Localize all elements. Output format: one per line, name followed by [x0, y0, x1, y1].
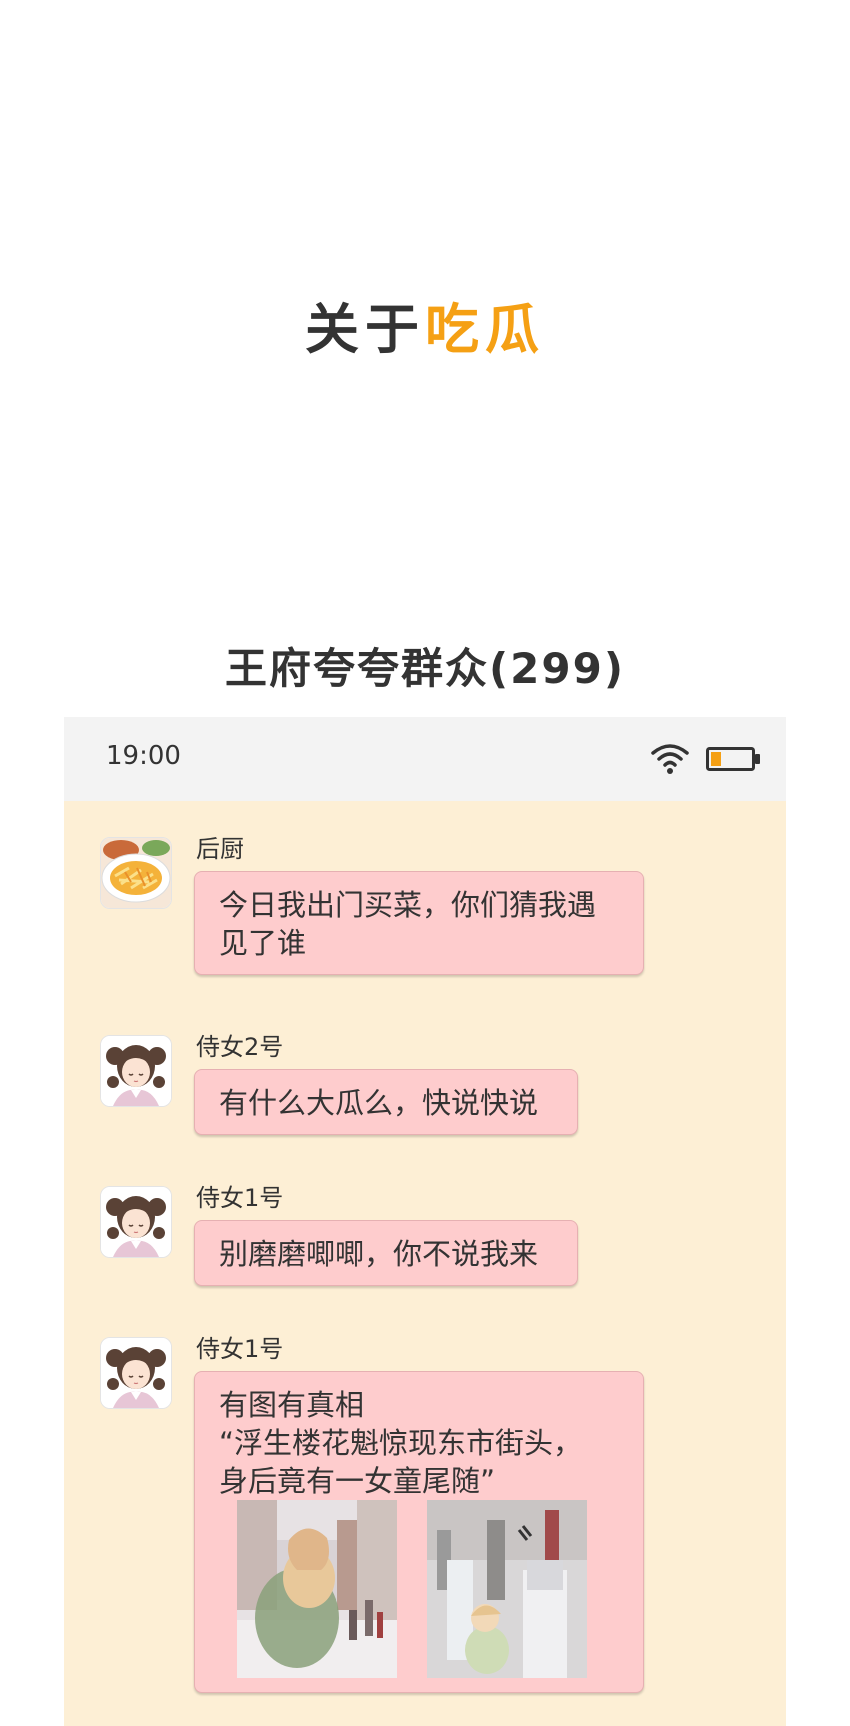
message-bubble[interactable]: 有什么大瓜么，快说快说 [194, 1069, 578, 1135]
street-scene-photo[interactable] [237, 1500, 397, 1678]
message-text: 别磨磨唧唧，你不说我来 [219, 1237, 539, 1271]
phone-screen: 19:00 后厨 今日我出门买菜，你们猜我遇 见了谁 侍女2号 有什么大瓜么，快… [64, 717, 786, 1726]
sender-name: 后厨 [196, 835, 244, 863]
battery-low-icon [706, 747, 760, 771]
message-text: 今日我出门买菜，你们猜我遇 [219, 888, 597, 922]
message-text: “浮生楼花魁惊现东市街头， [219, 1426, 583, 1460]
group-chat-title: 王府夸夸群众(299) [224, 644, 626, 693]
sender-name: 侍女1号 [196, 1335, 284, 1363]
maid-avatar[interactable] [100, 1186, 172, 1258]
sender-name: 侍女1号 [196, 1184, 284, 1212]
maid-avatar[interactable] [100, 1035, 172, 1107]
street-scene-photo[interactable] [427, 1500, 587, 1678]
page-title-highlight: 吃瓜 [425, 298, 545, 361]
food-plate-avatar[interactable] [100, 837, 172, 909]
wifi-icon [651, 744, 689, 774]
image-attachments [237, 1500, 597, 1680]
message-bubble[interactable]: 别磨磨唧唧，你不说我来 [194, 1220, 578, 1286]
message-text: 见了谁 [219, 926, 307, 960]
maid-avatar[interactable] [100, 1337, 172, 1409]
sender-name: 侍女2号 [196, 1033, 284, 1061]
message-text: 有什么大瓜么，快说快说 [219, 1086, 539, 1120]
status-time: 19:00 [106, 741, 181, 771]
message-text: 身后竟有一女童尾随” [219, 1464, 496, 1498]
page-title-prefix: 关于 [305, 298, 425, 361]
message-bubble[interactable]: 今日我出门买菜，你们猜我遇 见了谁 [194, 871, 644, 975]
message-bubble[interactable]: 有图有真相 “浮生楼花魁惊现东市街头， 身后竟有一女童尾随” [194, 1371, 644, 1693]
message-text: 有图有真相 [219, 1388, 365, 1422]
page-title: 关于吃瓜 [0, 298, 850, 363]
status-bar: 19:00 [64, 717, 786, 801]
